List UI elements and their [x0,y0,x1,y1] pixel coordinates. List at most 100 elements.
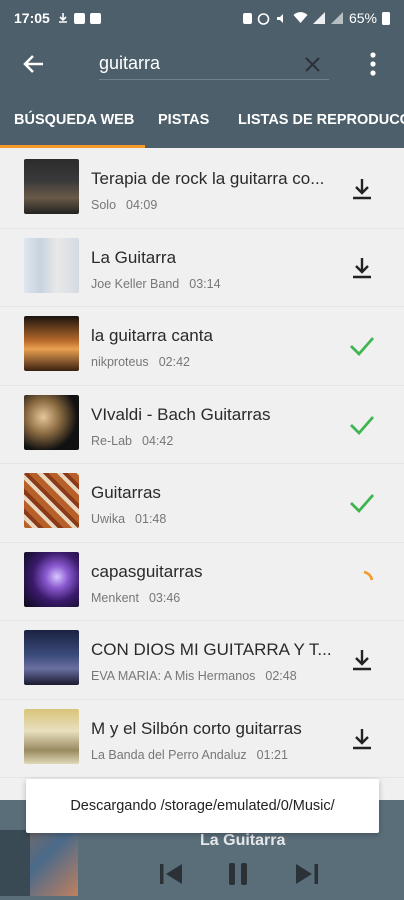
track-row[interactable]: La Guitarra Joe Keller Band 03:14 [0,229,404,307]
clear-search-button[interactable] [292,42,332,86]
progress-spinner-icon [363,570,374,580]
download-icon [353,650,371,671]
check-icon [350,494,375,514]
next-button[interactable] [290,857,324,891]
track-title: la guitarra canta [91,326,213,345]
track-meta: Menkent 03:46 [91,591,180,605]
track-artist: Solo [91,198,117,212]
tab-label: BÚSQUEDA WEB [14,112,135,128]
track-artwork [24,551,79,607]
previous-button[interactable] [154,857,188,891]
status-bar: 17:05 65% [0,0,404,36]
image-notification-icon [73,12,85,24]
lock-icon [242,12,252,24]
track-title: Guitarras [91,483,161,502]
download-icon [353,257,371,278]
track-meta: Joe Keller Band 03:14 [91,277,221,291]
track-meta: Re-Lab 04:42 [91,434,173,448]
tab-label: LISTAS DE REPRODUCCIÓN [238,112,404,128]
track-duration: 03:14 [189,276,221,291]
track-duration: 02:42 [158,355,190,369]
track-duration: 01:21 [256,747,288,762]
downloaded-indicator [345,486,379,520]
track-duration: 04:42 [142,433,174,448]
track-duration: 03:46 [148,590,181,605]
download-button[interactable] [345,251,379,285]
download-button[interactable] [345,722,379,756]
track-title: capasguitarras [91,561,203,581]
status-time: 17:05 [14,10,50,26]
track-row[interactable]: M y el Silbón corto guitarras La Banda d… [0,700,404,778]
notification-icons [57,12,101,24]
back-button[interactable] [6,36,62,92]
track-duration: 04:09 [126,198,158,212]
overflow-menu-button[interactable] [355,42,391,86]
track-artist: Uwika [91,512,126,526]
signal-icon [312,12,325,24]
track-title: Terapia de rock la guitarra co... [91,169,325,188]
track-row[interactable]: CON DIOS MI GUITARRA Y T... EVA MARIA: A… [0,621,404,700]
mute-icon [276,13,283,23]
signal-icon-2 [330,12,343,24]
wifi-icon [293,12,308,23]
track-meta: EVA MARIA: A Mis Hermanos 02:48 [91,669,297,683]
track-artwork [24,394,79,450]
track-artist: Re-Lab [91,433,132,448]
battery-level: 65% [348,10,377,26]
download-icon [353,179,371,200]
download-button[interactable] [345,643,379,677]
track-artist: Menkent [91,590,139,605]
track-row[interactable]: Guitarras Uwika 01:48 [0,464,404,543]
alarm-icon [257,12,270,25]
pause-button[interactable] [221,857,255,891]
tab-bar: BÚSQUEDA WEB PISTAS LISTAS DE REPRODUCCI… [0,92,404,148]
skip-previous-icon [160,864,182,884]
track-artist: EVA MARIA: A Mis Hermanos [91,669,256,683]
close-icon [304,56,320,72]
download-toast: Descargando /storage/emulated/0/Music/ [26,779,379,833]
track-meta: Uwika 01:48 [91,512,166,526]
player-artwork-edge [0,830,30,896]
track-row[interactable]: VIvaldi - Bach Guitarras Re-Lab 04:42 [0,386,404,464]
track-duration: 02:48 [265,669,297,683]
track-artist: La Banda del Perro Andaluz [91,747,247,762]
track-artwork [24,473,79,528]
battery-icon [382,12,390,25]
track-artwork [24,237,79,293]
track-row[interactable]: capasguitarras Menkent 03:46 [0,543,404,621]
toast-message: Descargando /storage/emulated/0/Music/ [70,798,335,814]
track-row[interactable]: la guitarra canta nikproteus 02:42 [0,307,404,386]
pause-icon [229,863,247,885]
active-tab-indicator [0,145,145,148]
track-meta: nikproteus 02:42 [91,355,190,369]
track-artist: Joe Keller Band [91,276,180,291]
tab-pistas[interactable]: PISTAS [158,92,209,148]
download-notification-icon [58,13,67,23]
track-meta: La Banda del Perro Andaluz 01:21 [91,748,288,762]
track-row[interactable]: Terapia de rock la guitarra co... Solo 04… [0,150,404,229]
downloaded-indicator [345,329,379,363]
track-duration: 01:48 [135,512,167,526]
search-toolbar [0,36,404,92]
player-track-title: La Guitarra [200,832,286,849]
track-meta: Solo 04:09 [91,198,157,212]
track-title: CON DIOS MI GUITARRA Y T... [91,640,332,659]
check-icon [350,415,375,435]
downloaded-indicator [345,408,379,442]
tab-label: PISTAS [158,112,210,128]
gmail-notification-icon [89,12,101,24]
download-button[interactable] [345,172,379,206]
download-progress-indicator [345,565,379,599]
tab-busqueda-web[interactable]: BÚSQUEDA WEB [14,92,134,148]
track-list: Terapia de rock la guitarra co... Solo 04… [0,150,404,778]
track-artwork [24,159,79,214]
track-artwork [24,316,79,371]
skip-next-icon [296,864,318,884]
arrow-back-icon [23,55,43,73]
download-icon [353,728,371,749]
tab-listas-de-reproduccion[interactable]: LISTAS DE REPRODUCCIÓN [238,92,404,148]
track-title: M y el Silbón corto guitarras [91,718,302,738]
track-artist: nikproteus [91,355,149,369]
check-icon [350,337,375,357]
track-artwork [24,630,79,685]
